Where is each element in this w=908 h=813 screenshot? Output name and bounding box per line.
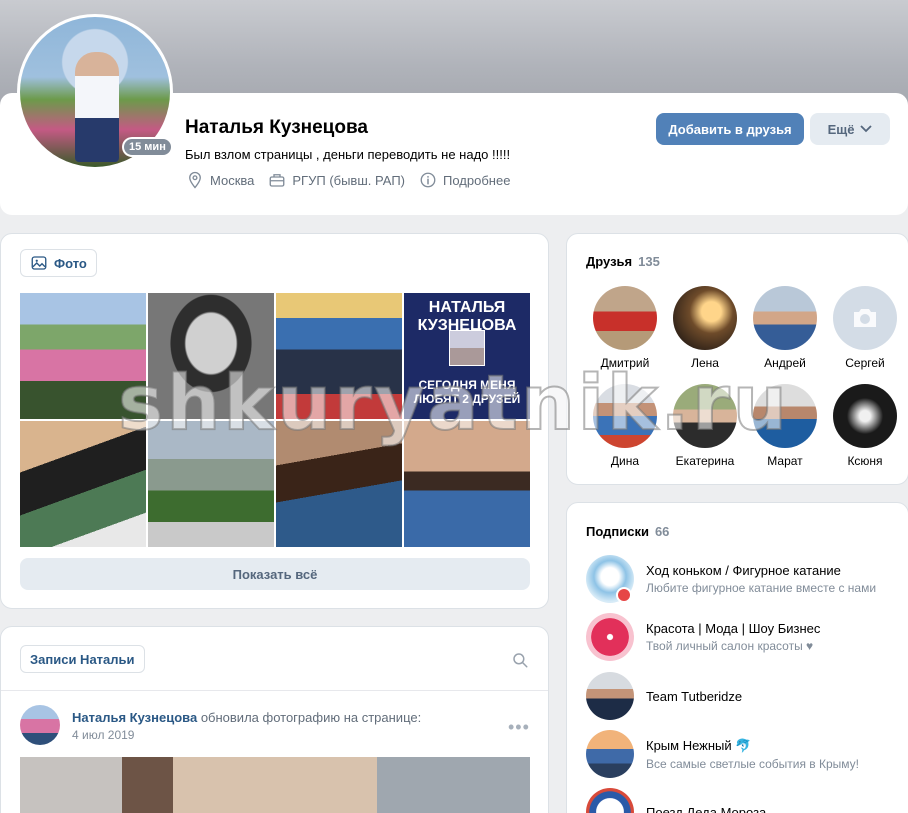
photo-tile[interactable]	[148, 293, 274, 419]
subscription-item[interactable]: Красота | Мода | Шоу Бизнес Твой личный с…	[586, 613, 820, 661]
profile-meta: Москва РГУП (бывш. РАП) Подробнее	[186, 171, 510, 189]
subscription-item[interactable]: Team Tutberidze	[586, 672, 742, 720]
post-action: обновила фотографию на странице:	[200, 710, 422, 725]
page-title: Наталья Кузнецова	[185, 117, 368, 138]
friends-title-label: Друзья	[586, 254, 633, 269]
friend-avatar	[753, 384, 817, 448]
group-avatar	[586, 555, 634, 603]
group-avatar	[586, 672, 634, 720]
city-label: Москва	[210, 172, 255, 188]
education-icon	[269, 174, 285, 187]
online-badge: 15 мин	[122, 137, 173, 157]
location-pin-icon	[189, 171, 201, 189]
photos-tab-label: Фото	[54, 255, 87, 271]
university-label: РГУП (бывш. РАП)	[292, 172, 405, 188]
group-avatar	[586, 730, 634, 778]
photos-tab[interactable]: Фото	[20, 249, 97, 277]
post-menu-icon[interactable]: •••	[508, 717, 530, 738]
group-name: Красота | Мода | Шоу Бизнес	[646, 621, 821, 636]
friend-avatar	[673, 384, 737, 448]
subscriptions-card: Подписки 66 Ход коньком / Фигурное катани…	[566, 502, 908, 813]
meta-city[interactable]: Москва	[186, 171, 254, 189]
subscription-item[interactable]: Крым Нежный 🐬 Все самые светлые события в…	[586, 730, 859, 778]
more-label: Ещё	[827, 121, 855, 137]
group-name: Ход коньком / Фигурное катание	[646, 563, 841, 578]
friend-item[interactable]: Сергей	[825, 286, 905, 370]
friend-name: Сергей	[845, 356, 885, 370]
friend-item[interactable]: Лена	[665, 286, 745, 370]
post-author-link[interactable]: Наталья Кузнецова	[72, 710, 197, 725]
friend-name: Марат	[767, 454, 803, 468]
photo-tile-inset	[449, 330, 485, 366]
camera-icon	[854, 309, 876, 327]
subscription-item[interactable]: Ход коньком / Фигурное катание Любите фиг…	[586, 555, 876, 603]
photo-tile[interactable]	[20, 421, 146, 547]
friend-avatar	[593, 384, 657, 448]
online-time: 15 мин	[124, 139, 171, 155]
info-icon	[420, 172, 436, 188]
friend-avatar	[833, 286, 897, 350]
friend-name: Екатерина	[675, 454, 735, 468]
group-description: Все самые светлые события в Крыму!	[646, 756, 860, 771]
photo-tile[interactable]	[276, 421, 402, 547]
friend-name: Андрей	[764, 356, 806, 370]
group-avatar	[586, 788, 634, 813]
group-name: Поезд Деда Мороза	[646, 804, 767, 813]
post-photo[interactable]	[20, 757, 530, 813]
photo-tile[interactable]	[20, 293, 146, 419]
wall-posts-tab[interactable]: Записи Натальи	[20, 645, 145, 673]
photo-tile[interactable]: НАТАЛЬЯ КУЗНЕЦОВА СЕГОДНЯ МЕНЯ ЛЮБЯТ 2 Д…	[404, 293, 530, 419]
friend-avatar	[833, 384, 897, 448]
profile-status: Был взлом страницы , деньги переводить н…	[185, 147, 511, 162]
meta-university[interactable]: РГУП (бывш. РАП)	[268, 171, 405, 189]
friend-name: Лена	[691, 356, 719, 370]
friend-avatar	[753, 286, 817, 350]
friend-name: Ксюня	[847, 454, 883, 468]
friend-name: Дмитрий	[600, 356, 650, 370]
friend-item[interactable]: Дина	[585, 384, 665, 468]
photo-tile[interactable]	[404, 421, 530, 547]
photo-grid: НАТАЛЬЯ КУЗНЕЦОВА СЕГОДНЯ МЕНЯ ЛЮБЯТ 2 Д…	[20, 293, 530, 547]
show-all-photos-button[interactable]: Показать всё	[20, 558, 530, 590]
friend-item[interactable]: Марат	[745, 384, 825, 468]
subscriptions-title-label: Подписки	[586, 524, 649, 539]
friend-item[interactable]: Дмитрий	[585, 286, 665, 370]
more-button[interactable]: Ещё	[810, 113, 890, 145]
friend-avatar	[673, 286, 737, 350]
friends-title[interactable]: Друзья 135	[586, 254, 660, 269]
friends-grid: Дмитрий Лена Андрей Сергей Дина Екатерин…	[585, 286, 897, 468]
friend-item[interactable]: Андрей	[745, 286, 825, 370]
friends-count: 135	[638, 254, 660, 269]
details-link: Подробнее	[443, 172, 511, 188]
post-date[interactable]: 4 июл 2019	[72, 728, 134, 742]
friend-item[interactable]: Ксюня	[825, 384, 905, 468]
subscription-item[interactable]: Поезд Деда Мороза	[586, 788, 766, 813]
post-header: Наталья Кузнецова обновила фотографию на…	[72, 710, 421, 725]
group-description: Твой личный салон красоты ♥	[646, 639, 814, 653]
meta-details[interactable]: Подробнее	[419, 171, 510, 189]
search-icon[interactable]	[511, 651, 529, 669]
image-icon	[31, 256, 47, 270]
photo-tile[interactable]	[148, 421, 274, 547]
group-name: Крым Нежный 🐬	[646, 737, 752, 753]
friend-item[interactable]: Екатерина	[665, 384, 745, 468]
chevron-down-icon	[860, 125, 873, 133]
subscriptions-title[interactable]: Подписки 66	[586, 524, 669, 539]
friends-card: Друзья 135 Дмитрий Лена Андрей Сергей Дин…	[566, 233, 908, 485]
group-name: Team Tutberidze	[646, 688, 743, 704]
wall-card: Записи Натальи Наталья Кузнецова обновил…	[0, 626, 549, 813]
friend-name: Дина	[610, 454, 640, 468]
photos-card: Фото НАТАЛЬЯ КУЗНЕЦОВА СЕГОДНЯ МЕНЯ ЛЮБЯ…	[0, 233, 549, 609]
photo-tile[interactable]	[276, 293, 402, 419]
group-avatar	[586, 613, 634, 661]
add-friend-button[interactable]: Добавить в друзья	[656, 113, 804, 145]
divider	[1, 690, 548, 691]
group-description: Любите фигурное катание вместе с нами	[646, 581, 877, 595]
photo-tile-caption: СЕГОДНЯ МЕНЯ ЛЮБЯТ 2 ДРУЗЕЙ	[413, 378, 521, 406]
post-author-avatar[interactable]	[20, 705, 60, 745]
subscriptions-count: 66	[654, 524, 670, 539]
friend-avatar	[593, 286, 657, 350]
